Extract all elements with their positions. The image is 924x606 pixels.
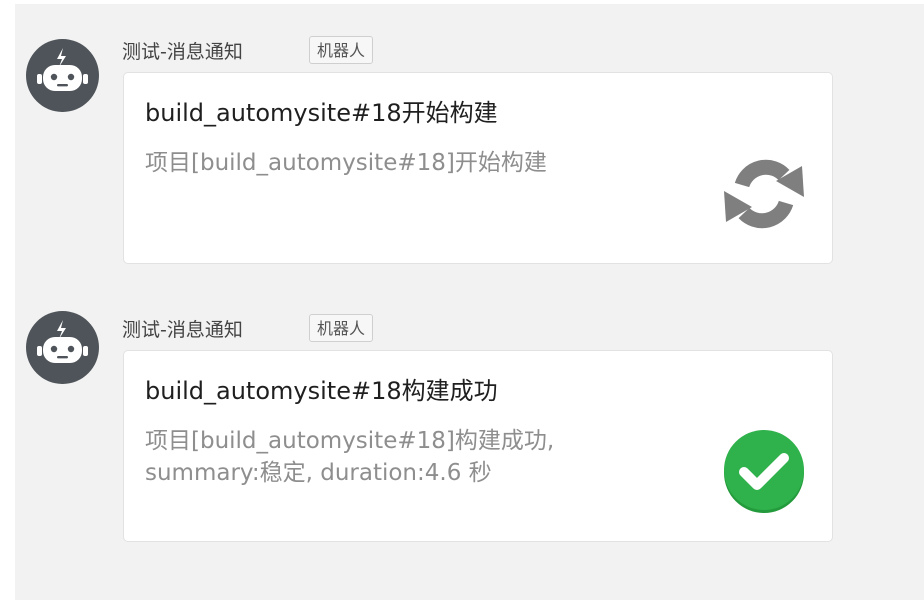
card-body: 项目[build_automysite#18]构建成功, summary:稳定,… [145,425,705,489]
robot-avatar[interactable] [26,39,99,112]
robot-avatar[interactable] [26,311,99,384]
robot-tag: 机器人 [309,314,374,342]
card-body-line: 项目[build_automysite#18]开始构建 [145,150,547,176]
refresh-icon [724,159,804,229]
sender-name[interactable]: 测试-消息通知 [122,319,243,341]
sender-name[interactable]: 测试-消息通知 [122,41,243,63]
message-card[interactable]: build_automysite#18开始构建 项目[build_automys… [123,72,833,264]
card-title: build_automysite#18构建成功 [145,377,498,405]
message-list: 测试-消息通知 机器人 build_automysite#18开始构建 项目[b… [15,4,924,600]
robot-icon [37,320,88,363]
robot-tag: 机器人 [309,36,374,64]
card-body: 项目[build_automysite#18]开始构建 [145,147,705,179]
robot-icon [37,48,88,91]
card-body-line: summary:稳定, duration:4.6 秒 [145,460,492,486]
card-body-line: 项目[build_automysite#18]构建成功, [145,428,555,454]
message-card[interactable]: build_automysite#18构建成功 项目[build_automys… [123,350,833,542]
check-circle-icon [724,430,804,513]
card-title: build_automysite#18开始构建 [145,99,498,127]
